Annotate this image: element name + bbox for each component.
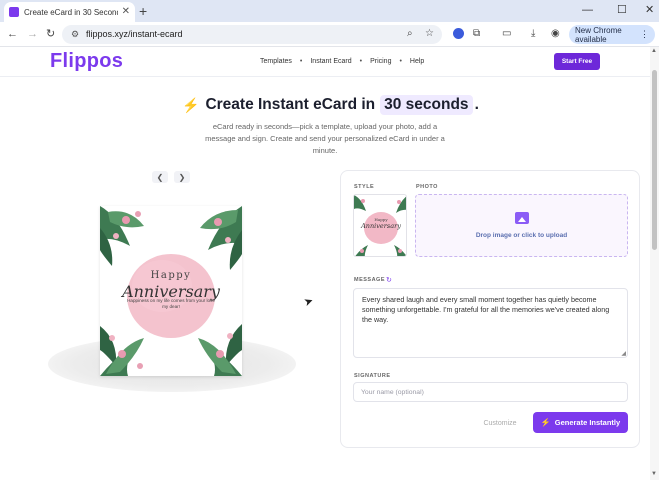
customize-button[interactable]: Customize bbox=[476, 416, 524, 430]
more-menu-icon[interactable]: ⋮ bbox=[640, 29, 649, 40]
page-title: ⚡ Create Instant eCard in 30 seconds . bbox=[182, 94, 482, 116]
extension-icon[interactable] bbox=[453, 28, 464, 39]
nav-instant-ecard[interactable]: Instant Ecard bbox=[310, 58, 351, 65]
nav-separator: • bbox=[399, 58, 402, 65]
address-bar[interactable]: ⚙ flippos.xyz/instant-ecard ⌕ ☆ bbox=[62, 25, 442, 44]
reload-icon[interactable]: ↻ bbox=[46, 27, 55, 41]
card-line-message: Happiness on my life comes from your lov… bbox=[127, 298, 215, 309]
new-tab-icon[interactable]: + bbox=[139, 3, 147, 19]
mouse-cursor-icon: ➤ bbox=[302, 294, 316, 310]
message-textarea[interactable]: Every shared laugh and every small momen… bbox=[353, 288, 628, 358]
zoom-icon[interactable]: ⌕ bbox=[407, 28, 413, 39]
bookmark-star-icon[interactable]: ☆ bbox=[425, 28, 434, 39]
forward-icon[interactable]: → bbox=[27, 27, 38, 41]
close-window-icon[interactable]: ✕ bbox=[645, 4, 654, 16]
title-text: Create Instant eCard in bbox=[205, 96, 376, 113]
signature-placeholder: Your name (optional) bbox=[361, 389, 424, 396]
site-favicon-icon bbox=[9, 7, 19, 17]
tab-search-icon[interactable]: ▭ bbox=[502, 28, 511, 40]
chevron-left-icon: ❮ bbox=[156, 172, 164, 182]
browser-tab[interactable]: Create eCard in 30 Seconds | Fl ✕ bbox=[4, 2, 135, 22]
regenerate-message-icon[interactable]: ↻ bbox=[386, 276, 392, 284]
lightning-bolt-icon: ⚡ bbox=[182, 96, 200, 113]
title-highlight: 30 seconds bbox=[380, 95, 473, 115]
message-text: Every shared laugh and every small momen… bbox=[362, 295, 610, 324]
ecard-preview: Happy Anniversary Happiness on my life c… bbox=[100, 206, 242, 376]
browser-toolbar: ← → ↻ ⚙ flippos.xyz/instant-ecard ⌕ ☆ ⧉ … bbox=[0, 22, 659, 47]
signature-label: SIGNATURE bbox=[354, 373, 391, 379]
generate-instantly-button[interactable]: ⚡ Generate Instantly bbox=[533, 412, 628, 433]
browser-tab-strip: Create eCard in 30 Seconds | Fl ✕ + — ☐ … bbox=[0, 0, 659, 22]
back-icon[interactable]: ← bbox=[7, 27, 18, 41]
title-period: . bbox=[474, 96, 479, 113]
card-line-happy: Happy bbox=[150, 270, 192, 281]
scroll-up-icon[interactable]: ▲ bbox=[651, 48, 657, 54]
close-tab-icon[interactable]: ✕ bbox=[122, 7, 130, 17]
start-free-button[interactable]: Start Free bbox=[554, 53, 600, 70]
profile-icon[interactable]: ◉ bbox=[551, 28, 560, 40]
nav-pricing[interactable]: Pricing bbox=[370, 58, 391, 65]
chevron-right-icon: ❯ bbox=[178, 172, 186, 182]
update-label: New Chrome available bbox=[575, 25, 622, 44]
scroll-down-icon[interactable]: ▼ bbox=[651, 471, 657, 477]
main-nav: Templates • Instant Ecard • Pricing • He… bbox=[260, 58, 424, 65]
style-label: STYLE bbox=[354, 184, 375, 190]
dropzone-text: Drop image or click to upload bbox=[475, 232, 568, 239]
url-text: flippos.xyz/instant-ecard bbox=[86, 29, 183, 39]
message-label: MESSAGE bbox=[354, 277, 386, 283]
lightning-bolt-icon: ⚡ bbox=[540, 418, 551, 427]
image-upload-icon bbox=[515, 212, 529, 224]
scroll-thumb[interactable] bbox=[652, 70, 657, 250]
thumb-line-anniversary: Anniversary bbox=[361, 222, 401, 230]
style-thumbnail[interactable]: Happy Anniversary bbox=[353, 194, 407, 257]
chrome-update-button[interactable]: New Chrome available ⋮ bbox=[569, 25, 655, 44]
nav-help[interactable]: Help bbox=[410, 58, 424, 65]
resize-handle-icon[interactable]: ◢ bbox=[621, 350, 626, 357]
downloads-icon[interactable]: ⤓ bbox=[531, 28, 535, 40]
previous-template-button[interactable]: ❮ bbox=[152, 171, 168, 183]
tab-title: Create eCard in 30 Seconds | Fl bbox=[24, 7, 118, 17]
maximize-icon[interactable]: ☐ bbox=[617, 4, 627, 16]
photo-label: PHOTO bbox=[416, 184, 438, 190]
nav-separator: • bbox=[359, 58, 363, 65]
page-subtitle: eCard ready in seconds—pick a template, … bbox=[205, 122, 445, 155]
nav-templates[interactable]: Templates bbox=[260, 58, 292, 65]
flippos-logo[interactable]: Flippos bbox=[50, 50, 123, 73]
next-template-button[interactable]: ❯ bbox=[174, 171, 190, 183]
photo-dropzone[interactable]: Drop image or click to upload bbox=[415, 194, 628, 257]
site-info-icon[interactable]: ⚙ bbox=[71, 29, 79, 40]
signature-input[interactable]: Your name (optional) bbox=[353, 382, 628, 402]
site-header: Flippos Templates • Instant Ecard • Pric… bbox=[0, 47, 650, 77]
extensions-puzzle-icon[interactable]: ⧉ bbox=[473, 28, 480, 40]
minimize-icon[interactable]: — bbox=[582, 4, 593, 16]
page-scrollbar[interactable]: ▲ ▼ bbox=[650, 47, 659, 480]
nav-separator: • bbox=[299, 58, 303, 65]
generate-label: Generate Instantly bbox=[554, 418, 621, 427]
